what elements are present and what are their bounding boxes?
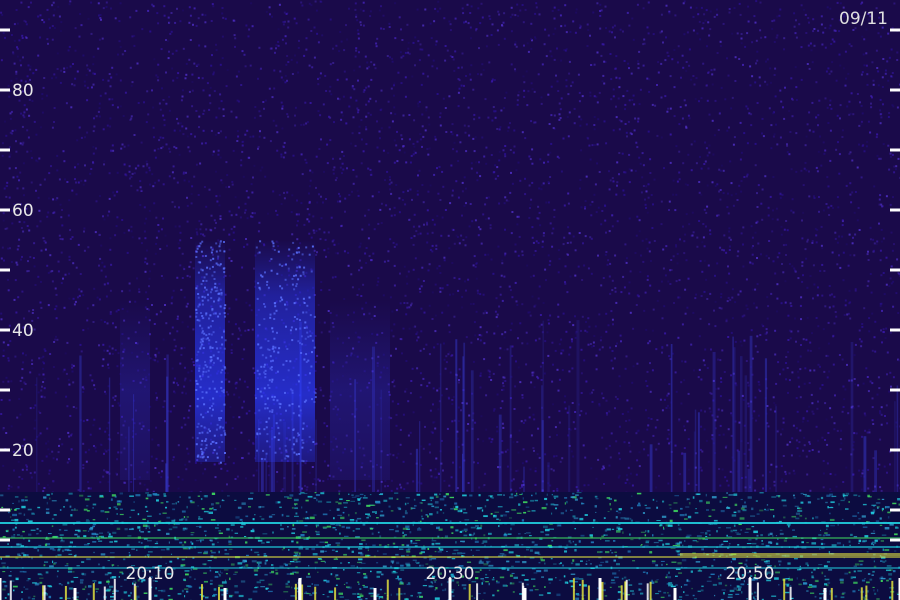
low-band-spike [625, 579, 628, 600]
low-band-spike [468, 583, 471, 600]
low-band-spike [587, 585, 590, 600]
low-band-spike [64, 585, 67, 600]
x-tick [448, 578, 452, 600]
low-band-spike [830, 587, 833, 600]
low-band-spike [113, 578, 116, 600]
x-tick [73, 588, 77, 600]
y-tick-right [890, 268, 900, 272]
y-tick-right [890, 148, 900, 152]
y-tick-left [0, 538, 10, 542]
y-tick-right [890, 208, 900, 212]
y-tick-right [890, 328, 900, 332]
x-tick [748, 578, 752, 600]
x-tick [598, 578, 602, 600]
x-tick [373, 588, 377, 600]
low-band-spike [314, 586, 317, 600]
low-band-spike [620, 585, 623, 600]
y-tick-right [890, 508, 900, 512]
y-tick-right [890, 28, 900, 32]
low-band-spike [201, 584, 203, 600]
low-band-line [0, 556, 900, 558]
low-band-spike [601, 581, 604, 600]
y-tick-left [0, 448, 10, 452]
y-tick-label: 60 [12, 201, 34, 221]
low-band-spike [398, 587, 401, 600]
low-band-spike [860, 587, 863, 600]
y-tick-left [0, 508, 10, 512]
y-tick-left [0, 88, 10, 92]
y-tick-left [0, 268, 10, 272]
y-tick-left [0, 148, 10, 152]
x-tick [148, 578, 152, 600]
low-band-spike [649, 581, 652, 600]
low-band-line [0, 546, 900, 548]
low-band-spike [865, 585, 868, 600]
low-band-spike [92, 583, 95, 600]
low-band-spike [386, 579, 389, 600]
low-band-spike [476, 583, 479, 600]
y-tick-left [0, 388, 10, 392]
low-band-spike [891, 580, 894, 600]
low-band-spike [646, 583, 649, 600]
x-tick [0, 578, 2, 600]
date-label: 09/11 [839, 9, 888, 29]
x-tick [223, 588, 227, 600]
x-tick [673, 588, 677, 600]
low-band-line [680, 553, 900, 556]
low-band-spike [572, 578, 575, 600]
y-tick-right [890, 388, 900, 392]
low-band-spike [9, 580, 12, 600]
spectrogram-chart: 20406080100 20:1020:3020:50 09/11 [0, 0, 900, 600]
low-band-spike [789, 586, 792, 600]
low-band-spike [294, 583, 297, 600]
low-band-spike [134, 585, 137, 600]
x-tick [523, 588, 527, 600]
vertical-streak [576, 320, 580, 520]
low-band-spike [218, 587, 220, 600]
y-tick-label: 40 [12, 321, 34, 341]
low-band-spike [43, 585, 46, 600]
low-band-spike [783, 578, 786, 600]
low-band-line [0, 537, 900, 539]
y-tick-left [0, 28, 10, 32]
low-band-spike [334, 587, 337, 600]
y-tick-left [0, 208, 10, 212]
low-band-spike [581, 579, 584, 600]
x-tick [298, 578, 302, 600]
y-tick-right [890, 538, 900, 542]
x-tick [823, 588, 827, 600]
low-band-spike [103, 586, 106, 600]
low-band-spike [756, 582, 759, 600]
faint-burst [330, 300, 390, 480]
low-band-line [0, 522, 900, 524]
y-tick-right [890, 448, 900, 452]
y-tick-label: 80 [12, 81, 34, 101]
y-tick-label: 20 [12, 441, 34, 461]
y-tick-right [890, 88, 900, 92]
faint-burst [120, 300, 150, 480]
y-tick-left [0, 328, 10, 332]
